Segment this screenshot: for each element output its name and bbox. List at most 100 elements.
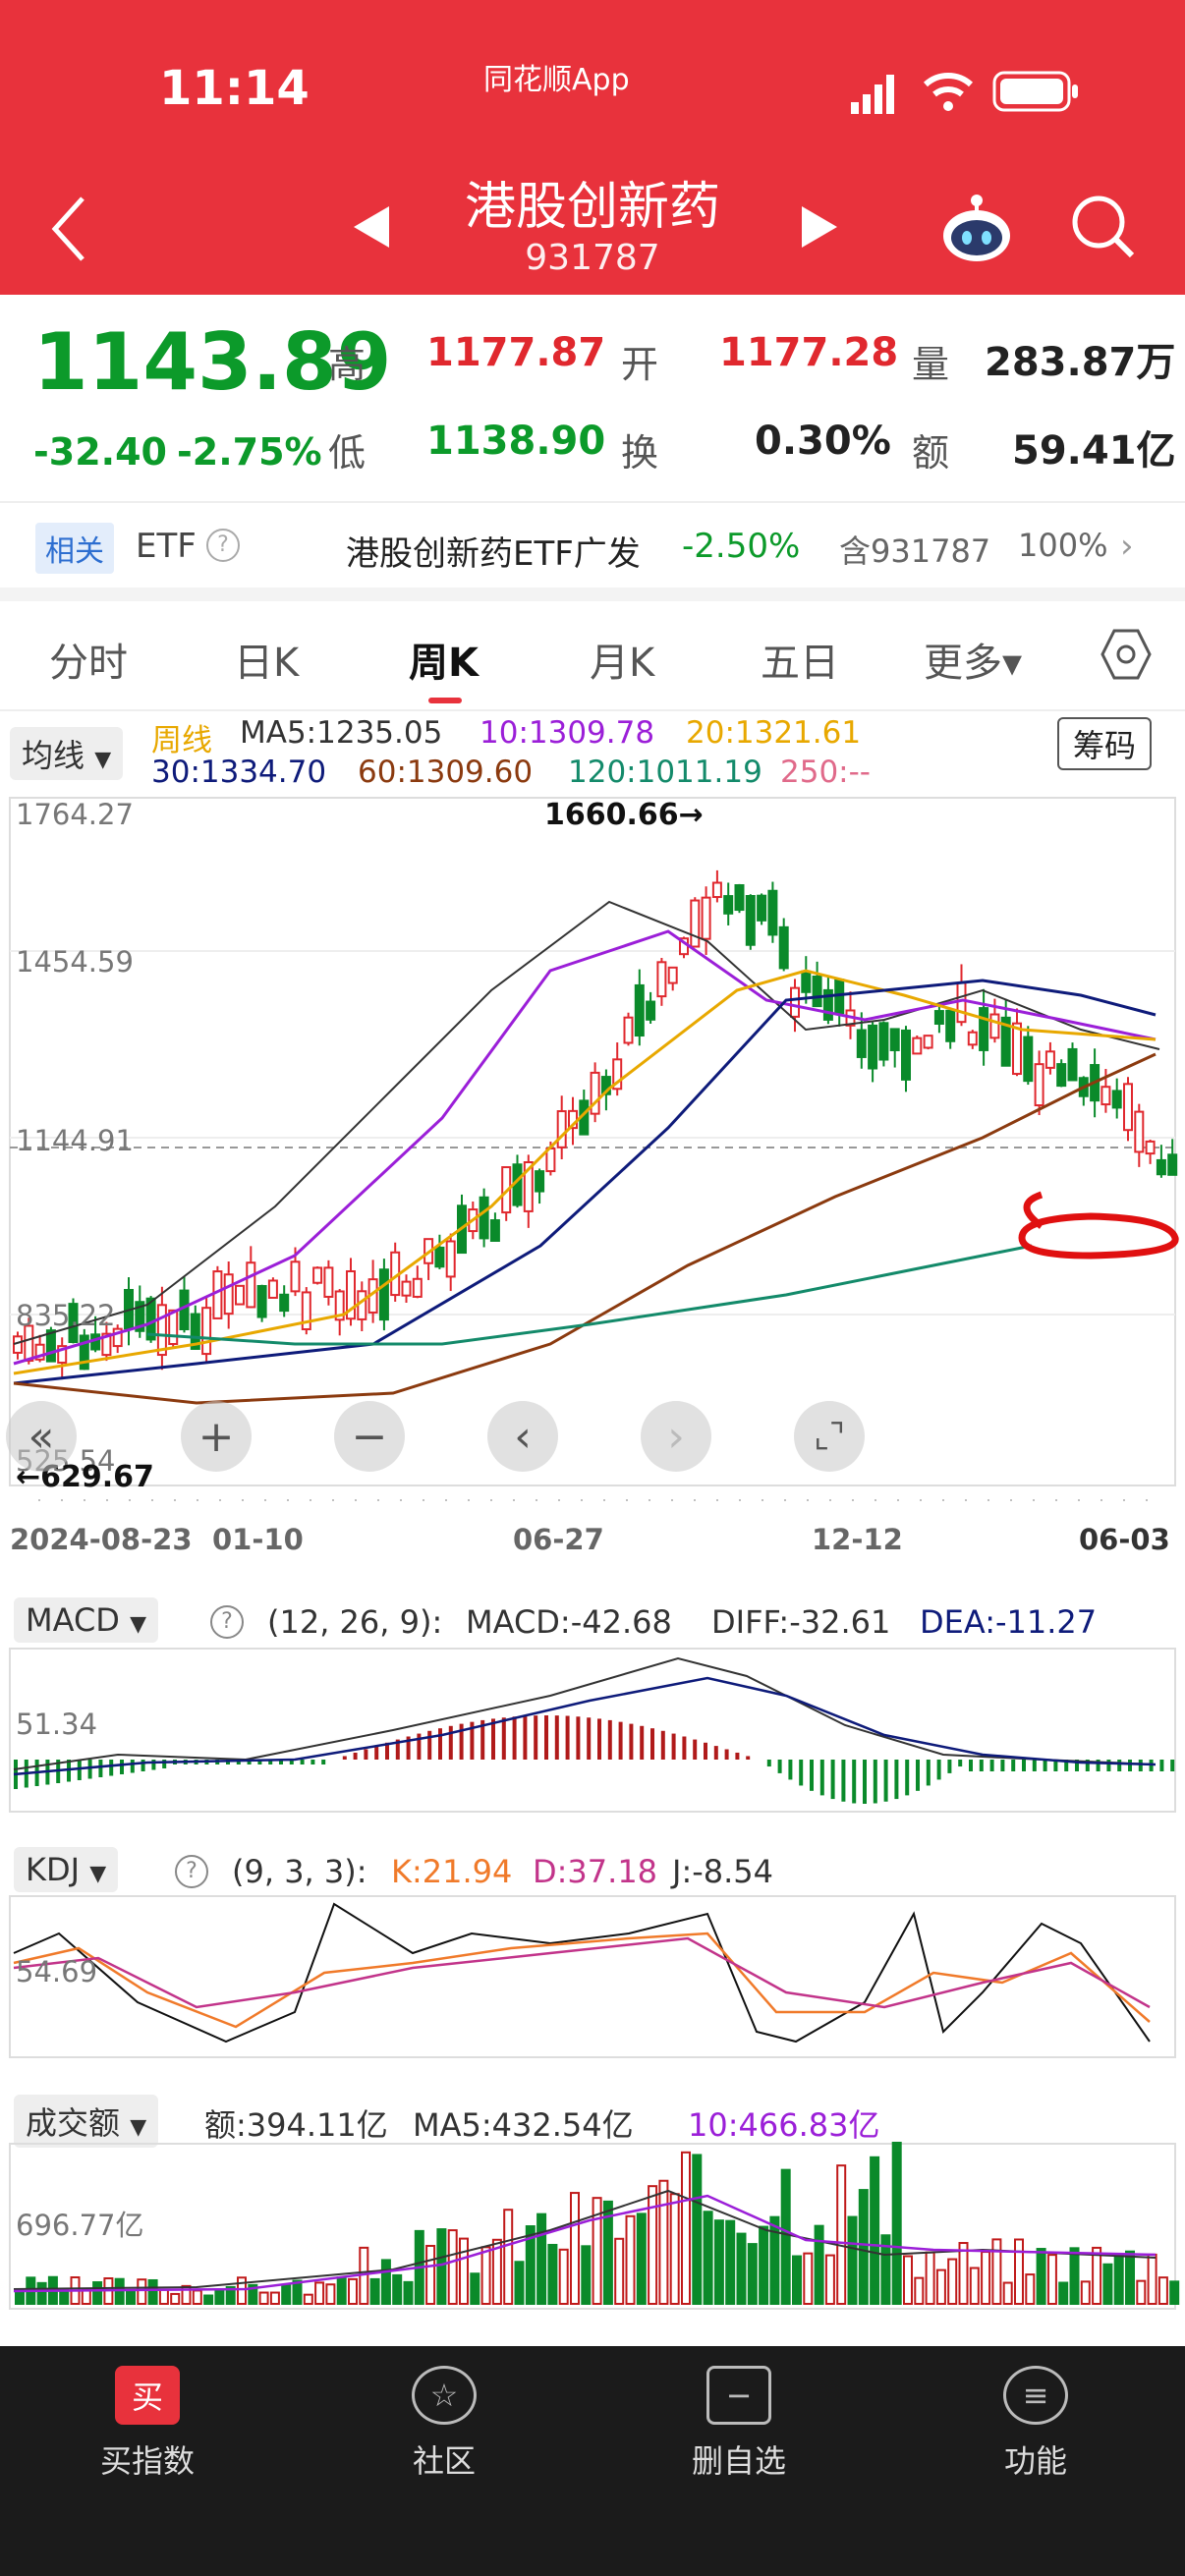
- tab-more[interactable]: 更多▾: [924, 631, 1022, 688]
- volume-bar: [1113, 2253, 1124, 2305]
- volume-bar: [870, 2156, 880, 2305]
- nav-community-label: 社区: [412, 2442, 476, 2480]
- ma120-value: 120:1011.19: [568, 755, 762, 790]
- candle-body: [279, 1293, 290, 1313]
- tab-five-day[interactable]: 五日: [761, 631, 839, 688]
- candle-body: [290, 1260, 301, 1293]
- volume-bar: [1169, 2280, 1180, 2306]
- volume-bar: [392, 2273, 403, 2305]
- robot-assistant-icon[interactable]: [939, 187, 1014, 269]
- nav-functions-label: 功能: [1003, 2442, 1067, 2480]
- kdj-help-icon[interactable]: ?: [175, 1855, 208, 1888]
- volume-bar: [170, 2292, 181, 2305]
- kdj-y-label: 54.69: [16, 1955, 98, 1988]
- tab-weekly-k[interactable]: 周K: [409, 631, 479, 688]
- candle-body: [412, 1277, 423, 1298]
- ma60-value: 60:1309.60: [358, 755, 534, 790]
- volume-bar: [703, 2211, 713, 2305]
- candle-body: [45, 1329, 56, 1363]
- zoom-in-icon[interactable]: +: [181, 1401, 252, 1472]
- volume-bar: [836, 2164, 847, 2305]
- volume-bar: [1014, 2238, 1024, 2305]
- volume-bar: [158, 2288, 169, 2305]
- panel-frame: [9, 1895, 1176, 2058]
- tab-intraday[interactable]: 分时: [49, 631, 128, 688]
- volume-bar: [1025, 2273, 1036, 2306]
- candle-body: [1012, 1022, 1022, 1076]
- kdj-name: KDJ: [26, 1851, 81, 1888]
- app-header: 11:14 同花顺App 港股创新药 931787: [0, 0, 1185, 295]
- chevron-down-icon: ▼: [94, 748, 112, 772]
- candle-body: [690, 899, 701, 948]
- volume-bar: [803, 2252, 814, 2305]
- fullscreen-icon[interactable]: ⌞⌝: [794, 1401, 865, 1472]
- volume-bar: [114, 2277, 125, 2306]
- candle-body: [757, 894, 767, 922]
- candle-body: [1100, 1086, 1111, 1106]
- scroll-right-icon[interactable]: ›: [641, 1401, 711, 1472]
- search-icon[interactable]: [1069, 193, 1138, 265]
- kdj-chart[interactable]: [0, 1894, 1185, 2059]
- volume-chart[interactable]: [0, 2142, 1185, 2311]
- ma-selector-dropdown[interactable]: 均线 ▼: [10, 727, 124, 780]
- help-icon[interactable]: ?: [206, 529, 240, 562]
- volume-name: 成交额: [26, 2104, 121, 2142]
- volume-bar: [1002, 2281, 1013, 2306]
- macd-selector-dropdown[interactable]: MACD ▼: [14, 1597, 159, 1643]
- volume-selector-dropdown[interactable]: 成交额 ▼: [14, 2095, 159, 2148]
- candle-body: [168, 1309, 179, 1345]
- macd-chart[interactable]: [0, 1647, 1185, 1814]
- candle-body: [667, 966, 678, 984]
- volume-bar: [1058, 2281, 1069, 2306]
- volume-bar: [725, 2219, 736, 2305]
- etf-row[interactable]: 相关 ETF ? 港股创新药ETF广发 -2.50% 含931787 100% …: [0, 503, 1185, 588]
- max-price-label: 1660.66→: [544, 798, 704, 832]
- volume-bar: [147, 2278, 158, 2305]
- volume-bar: [759, 2225, 769, 2305]
- etf-name: 港股创新药ETF广发: [346, 534, 641, 574]
- zoom-out-icon[interactable]: −: [334, 1401, 405, 1472]
- volume-bar: [258, 2291, 269, 2306]
- volume-label: 量: [912, 343, 950, 386]
- tab-monthly-k[interactable]: 月K: [590, 631, 654, 688]
- ma-selector-label: 均线: [22, 737, 85, 774]
- nav-remove-watchlist[interactable]: − 删自选: [641, 2366, 837, 2482]
- candle-body: [790, 986, 800, 1018]
- tabs-divider: [0, 709, 1185, 711]
- next-index-icon[interactable]: [798, 202, 841, 255]
- settings-hexagon-icon[interactable]: [1099, 627, 1154, 686]
- chip-distribution-button[interactable]: 筹码: [1057, 717, 1153, 770]
- kdj-selector-dropdown[interactable]: KDJ ▼: [14, 1847, 119, 1892]
- nav-community[interactable]: ☆ 社区: [346, 2366, 542, 2482]
- volume-bar: [336, 2275, 347, 2305]
- etf-type-label: ETF: [136, 527, 197, 566]
- macd-help-icon[interactable]: ?: [210, 1605, 244, 1639]
- nav-buy-index[interactable]: 买 买指数: [49, 2366, 246, 2482]
- candle-body: [1034, 1063, 1044, 1107]
- volume-bar: [570, 2192, 580, 2305]
- macd-value: MACD:-42.68: [466, 1603, 672, 1641]
- nav-functions[interactable]: ≡ 功能: [937, 2366, 1134, 2482]
- candle-body: [1111, 1090, 1122, 1109]
- volume-bar: [648, 2185, 658, 2305]
- candle-body: [1023, 1036, 1034, 1083]
- candle-body: [1056, 1063, 1067, 1088]
- candle-body: [856, 1029, 867, 1058]
- chevron-down-icon: ▼: [130, 2115, 147, 2140]
- x-label-3: 06-27: [513, 1523, 604, 1556]
- open-value: 1177.28: [719, 330, 899, 375]
- volume-bar: [314, 2281, 325, 2306]
- candle-body: [434, 1246, 445, 1268]
- candle-body: [1167, 1153, 1178, 1176]
- candle-body: [1145, 1140, 1156, 1155]
- collapse-left-icon[interactable]: «: [6, 1401, 77, 1472]
- volume-bar: [403, 2280, 414, 2306]
- candle-body: [489, 1219, 500, 1242]
- x-label-5: 06-03: [1079, 1523, 1170, 1556]
- volume-bar: [192, 2289, 202, 2305]
- scroll-left-icon[interactable]: ‹: [487, 1401, 558, 1472]
- kline-chart[interactable]: [0, 794, 1185, 1501]
- tab-daily-k[interactable]: 日K: [234, 631, 299, 688]
- volume-bar: [692, 2154, 703, 2305]
- candle-body: [1044, 1050, 1055, 1069]
